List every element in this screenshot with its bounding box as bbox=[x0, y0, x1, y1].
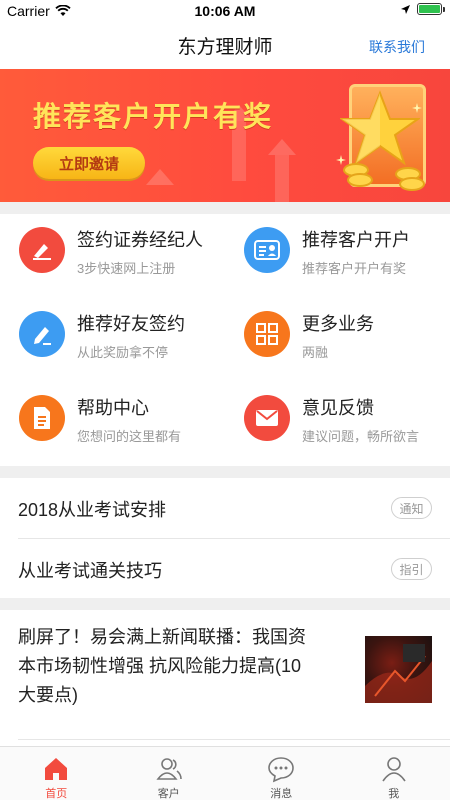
grid-item-subtitle: 两融 bbox=[302, 345, 329, 360]
list-item-exam-schedule[interactable]: 2018从业考试安排 通知 bbox=[0, 478, 450, 538]
grid-item-title: 推荐客户开户 bbox=[302, 230, 410, 250]
section-divider bbox=[0, 466, 450, 478]
list-item-label: 从业考试通关技巧 bbox=[18, 561, 162, 581]
news-thumbnail bbox=[365, 636, 432, 703]
grid-item-subtitle: 推荐客户开户有奖 bbox=[302, 261, 407, 276]
sparkle-icon bbox=[412, 103, 422, 113]
person-icon bbox=[381, 757, 406, 782]
tab-clients[interactable]: 客户 bbox=[113, 747, 226, 800]
grid-item-title: 推荐好友签约 bbox=[77, 314, 185, 334]
grid-item-title: 帮助中心 bbox=[77, 398, 149, 418]
grid-item-subtitle: 建议问题，畅所欲言 bbox=[302, 429, 420, 444]
tab-home[interactable]: 首页 bbox=[0, 747, 113, 800]
tab-label: 消息 bbox=[270, 788, 293, 800]
coin-icon bbox=[347, 173, 373, 187]
clock: 10:06 AM bbox=[194, 3, 256, 19]
document-icon bbox=[19, 395, 65, 441]
grid-apps-icon bbox=[244, 311, 290, 357]
tab-label: 首页 bbox=[45, 788, 68, 800]
grid-item-subtitle: 您想问的这里都有 bbox=[77, 429, 182, 444]
nav-bar: 东方理财师 联系我们 bbox=[0, 22, 450, 69]
envelope-icon bbox=[244, 395, 290, 441]
contact-us-link[interactable]: 联系我们 bbox=[369, 37, 425, 57]
grid-item-refer-friend[interactable]: 推荐好友签约 从此奖励拿不停 bbox=[0, 298, 225, 382]
grid-item-title: 签约证券经纪人 bbox=[77, 230, 203, 250]
invite-button[interactable]: 立即邀请 bbox=[33, 147, 145, 179]
grid-item-help-center[interactable]: 帮助中心 您想问的这里都有 bbox=[0, 382, 225, 466]
grid-item-feedback[interactable]: 意见反馈 建议问题，畅所欲言 bbox=[225, 382, 450, 466]
star-trophy-icon bbox=[340, 90, 420, 166]
grid-item-subtitle: 从此奖励拿不停 bbox=[77, 345, 169, 360]
divider bbox=[18, 739, 450, 740]
location-arrow-icon bbox=[401, 4, 410, 14]
pen-signature-icon bbox=[19, 227, 65, 273]
battery-icon bbox=[417, 3, 445, 15]
tag-badge: 通知 bbox=[391, 497, 432, 519]
grid-item-title: 意见反馈 bbox=[302, 398, 374, 418]
users-icon bbox=[155, 758, 182, 780]
section-divider bbox=[0, 202, 450, 214]
promo-banner[interactable]: 推荐客户开户有奖 立即邀请 bbox=[0, 69, 450, 202]
list-item-exam-tips[interactable]: 从业考试通关技巧 指引 bbox=[0, 539, 450, 599]
banner-headline: 推荐客户开户有奖 bbox=[33, 101, 274, 132]
grid-item-subtitle: 3步快速网上注册 bbox=[77, 261, 176, 276]
grid-item-more-business[interactable]: 更多业务 两融 bbox=[225, 298, 450, 382]
list-item-label: 2018从业考试安排 bbox=[18, 500, 167, 520]
tag-badge: 指引 bbox=[391, 558, 432, 580]
tab-messages[interactable]: 消息 bbox=[225, 747, 338, 800]
news-item[interactable]: 刷屏了！易会满上新闻联播：我国资本市场韧性增强 抗风险能力提高(10大要点) bbox=[0, 609, 450, 739]
tab-bar: 首页 客户 消息 我 bbox=[0, 746, 450, 800]
tab-label: 客户 bbox=[157, 788, 180, 800]
sparkle-icon bbox=[336, 155, 346, 165]
tab-label: 我 bbox=[388, 788, 400, 800]
grid-item-title: 更多业务 bbox=[302, 314, 374, 334]
status-bar: Carrier 10:06 AM bbox=[0, 0, 450, 22]
pen-edit-icon bbox=[19, 311, 65, 357]
tab-me[interactable]: 我 bbox=[338, 747, 450, 800]
grid-item-refer-account[interactable]: 推荐客户开户 推荐客户开户有奖 bbox=[225, 214, 450, 298]
grid-item-sign-broker[interactable]: 签约证券经纪人 3步快速网上注册 bbox=[0, 214, 225, 298]
news-headline: 刷屏了！易会满上新闻联播：我国资本市场韧性增强 抗风险能力提高(10大要点) bbox=[18, 627, 306, 705]
coin-icon bbox=[399, 177, 425, 191]
id-card-icon bbox=[244, 227, 290, 273]
home-icon bbox=[45, 758, 67, 780]
chat-icon bbox=[268, 757, 294, 783]
page-title: 东方理财师 bbox=[177, 37, 273, 58]
